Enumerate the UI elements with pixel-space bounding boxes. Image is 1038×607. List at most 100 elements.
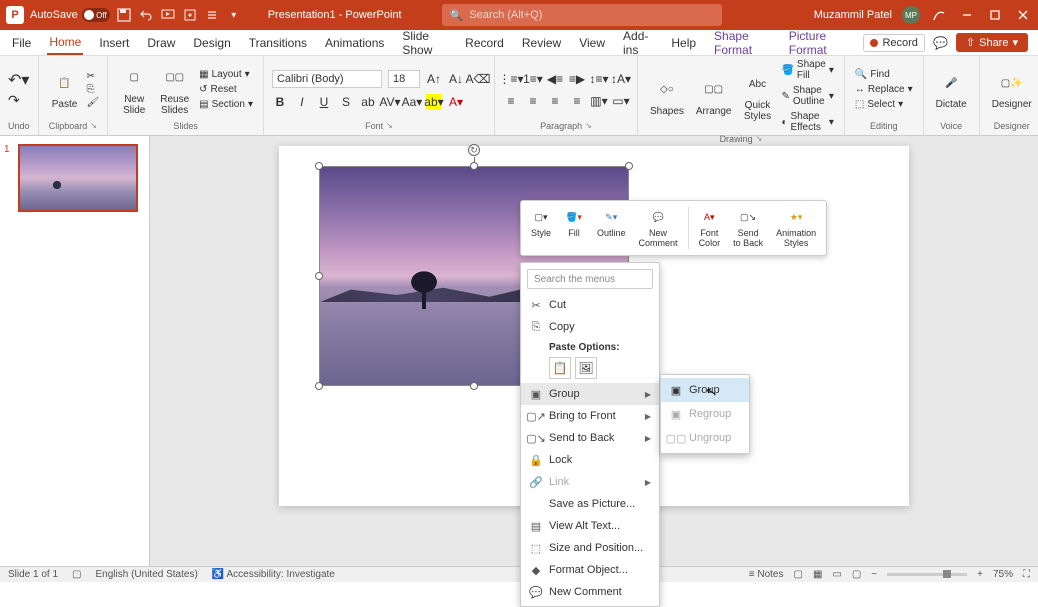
ribbon-mode-icon[interactable] — [930, 6, 948, 24]
resize-handle-bl[interactable] — [315, 382, 323, 390]
view-reading-icon[interactable]: ▭ — [832, 569, 841, 580]
comments-icon[interactable]: 💬 — [933, 36, 948, 50]
menu-copy[interactable]: ⎘Copy — [521, 316, 659, 338]
launcher-icon[interactable]: ↘ — [90, 121, 97, 131]
indent-right-icon[interactable]: ≡▶ — [569, 71, 585, 87]
line-spacing-icon[interactable]: ↕≡▾ — [591, 71, 607, 87]
resize-handle-l[interactable] — [315, 272, 323, 280]
numbering-icon[interactable]: 1≡▾ — [525, 71, 541, 87]
menu-group[interactable]: ▣Group▶ — [521, 383, 659, 405]
slide-indicator[interactable]: Slide 1 of 1 — [8, 569, 58, 580]
text-direction-icon[interactable]: ↕A▾ — [613, 71, 629, 87]
user-avatar[interactable]: MP — [902, 6, 920, 24]
fit-window-icon[interactable]: ⛶ — [1023, 569, 1030, 580]
replace-button[interactable]: ↔Replace▾ — [853, 83, 915, 96]
align-left-icon[interactable]: ≡ — [503, 93, 519, 109]
shape-outline-button[interactable]: ✎Shape Outline▾ — [779, 84, 835, 108]
shapes-button[interactable]: ◇○Shapes — [646, 74, 688, 119]
save-icon[interactable] — [116, 7, 132, 23]
columns-icon[interactable]: ▥▾ — [591, 93, 607, 109]
indent-left-icon[interactable]: ◀≡ — [547, 71, 563, 87]
find-button[interactable]: 🔍Find — [853, 68, 915, 81]
spacing-button[interactable]: AV▾ — [382, 94, 398, 110]
view-slideshow-icon[interactable]: ▢ — [852, 569, 861, 580]
decrease-font-icon[interactable]: A↓ — [448, 71, 464, 87]
select-button[interactable]: ⬚Select▾ — [853, 98, 915, 111]
slide-thumbnail-1[interactable]: 1 — [8, 144, 141, 212]
paste-keep-formatting[interactable]: 📋 — [549, 357, 571, 379]
tab-record[interactable]: Record — [463, 32, 506, 54]
font-name-select[interactable]: Calibri (Body) — [272, 70, 382, 88]
shape-fill-button[interactable]: 🪣Shape Fill▾ — [779, 58, 835, 82]
menu-format-object[interactable]: ◆Format Object... — [521, 559, 659, 581]
align-right-icon[interactable]: ≡ — [547, 93, 563, 109]
case-button[interactable]: Aa▾ — [404, 94, 420, 110]
reuse-slides-button[interactable]: ▢▢Reuse Slides — [156, 62, 193, 118]
tab-transitions[interactable]: Transitions — [247, 32, 309, 54]
accessibility-indicator[interactable]: ♿ Accessibility: Investigate — [212, 569, 335, 580]
designer-button[interactable]: ▢✨Designer — [988, 67, 1036, 112]
resize-handle-b[interactable] — [470, 382, 478, 390]
layout-button[interactable]: ▦Layout▾ — [197, 68, 255, 81]
menu-view-alt-text[interactable]: ▤View Alt Text... — [521, 515, 659, 537]
share-button[interactable]: ⇧Share▾ — [956, 33, 1028, 52]
tab-file[interactable]: File — [10, 32, 33, 54]
quick-styles-button[interactable]: AbcQuick Styles — [739, 68, 775, 124]
resize-handle-t[interactable] — [470, 162, 478, 170]
export-icon[interactable] — [182, 7, 198, 23]
submenu-group[interactable]: ▣Group — [661, 378, 749, 402]
resize-handle-tr[interactable] — [625, 162, 633, 170]
tab-help[interactable]: Help — [669, 32, 698, 54]
zoom-out-button[interactable]: − — [871, 569, 877, 580]
reset-button[interactable]: ↺Reset — [197, 83, 255, 96]
close-icon[interactable] — [1014, 6, 1032, 24]
slide-thumbnails-panel[interactable]: 1 — [0, 136, 150, 566]
mini-comment-button[interactable]: 💬New Comment — [633, 205, 684, 251]
align-text-icon[interactable]: ▭▾ — [613, 93, 629, 109]
notes-button[interactable]: ≡ Notes — [749, 569, 784, 580]
menu-new-comment[interactable]: 💬New Comment — [521, 581, 659, 603]
shadow-button[interactable]: ab — [360, 94, 376, 110]
paste-button[interactable]: 📋Paste — [47, 67, 83, 112]
menu-size-position[interactable]: ⬚Size and Position... — [521, 537, 659, 559]
highlight-button[interactable]: ab▾ — [426, 94, 442, 110]
mini-animation-button[interactable]: ★▾Animation Styles — [770, 205, 822, 251]
increase-font-icon[interactable]: A↑ — [426, 71, 442, 87]
new-slide-button[interactable]: ▢New Slide — [116, 62, 152, 118]
toggle-switch[interactable]: Off — [82, 8, 110, 22]
cut-icon[interactable]: ✂ — [87, 71, 100, 82]
list-icon[interactable] — [204, 7, 220, 23]
mini-outline-button[interactable]: ✎▾Outline — [591, 205, 632, 251]
maximize-icon[interactable] — [986, 6, 1004, 24]
tab-home[interactable]: Home — [47, 31, 83, 55]
zoom-slider[interactable] — [887, 573, 967, 576]
view-normal-icon[interactable]: ▢ — [793, 569, 802, 580]
bold-button[interactable]: B — [272, 94, 288, 110]
tab-insert[interactable]: Insert — [97, 32, 131, 54]
clear-format-icon[interactable]: A⌫ — [470, 71, 486, 87]
tab-view[interactable]: View — [577, 32, 607, 54]
shape-effects-button[interactable]: ◐Shape Effects▾ — [779, 110, 835, 134]
search-input[interactable]: 🔍 Search (Alt+Q) — [442, 4, 722, 26]
menu-cut[interactable]: ✂Cut — [521, 294, 659, 316]
qat-dropdown-icon[interactable]: ▾ — [226, 7, 242, 23]
menu-lock[interactable]: 🔒Lock — [521, 449, 659, 471]
arrange-button[interactable]: ▢▢Arrange — [692, 74, 736, 119]
menu-search-input[interactable]: Search the menus — [527, 269, 653, 289]
mini-font-color-button[interactable]: A▾Font Color — [693, 205, 727, 251]
spell-check-icon[interactable]: ▢ — [72, 569, 81, 580]
undo-icon[interactable] — [138, 7, 154, 23]
menu-send-to-back[interactable]: ▢↘Send to Back▶ — [521, 427, 659, 449]
format-painter-icon[interactable]: 🖌 — [87, 97, 100, 108]
rotation-handle[interactable]: ↻ — [468, 144, 480, 156]
justify-icon[interactable]: ≡ — [569, 93, 585, 109]
paste-picture[interactable]: 🖼 — [575, 357, 597, 379]
font-size-select[interactable]: 18 — [388, 70, 420, 88]
minimize-icon[interactable] — [958, 6, 976, 24]
autosave-toggle[interactable]: AutoSave Off — [30, 8, 110, 22]
menu-bring-to-front[interactable]: ▢↗Bring to Front▶ — [521, 405, 659, 427]
dictate-button[interactable]: 🎤Dictate — [932, 67, 971, 112]
align-center-icon[interactable]: ≡ — [525, 93, 541, 109]
bullets-icon[interactable]: ⋮≡▾ — [503, 71, 519, 87]
tab-review[interactable]: Review — [520, 32, 563, 54]
